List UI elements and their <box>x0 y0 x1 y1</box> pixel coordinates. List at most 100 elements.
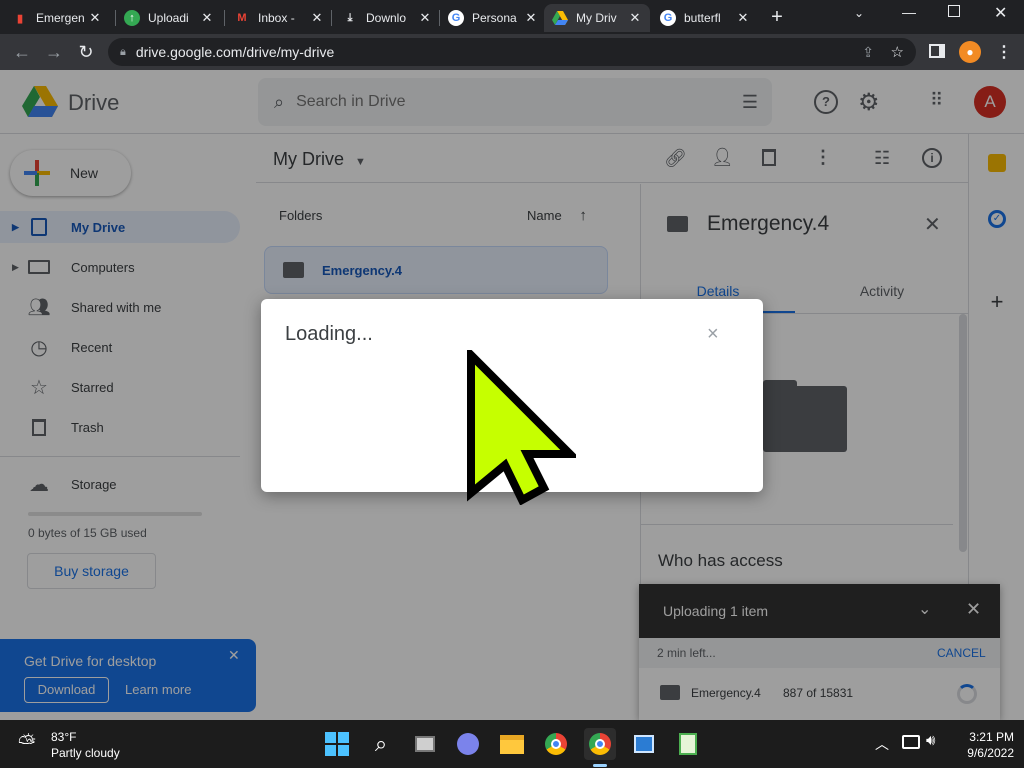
close-tab-icon[interactable]: ✕ <box>310 10 324 26</box>
close-tab-icon[interactable]: ✕ <box>200 10 214 26</box>
tab-search-icon[interactable]: ⌄ <box>854 6 864 20</box>
sidebar-item-computers[interactable]: ▶ Computers <box>0 251 240 283</box>
close-dialog-icon[interactable]: × <box>707 323 719 346</box>
browser-tab[interactable]: G butterfl ✕ <box>652 4 758 32</box>
share-icon[interactable]: ⇪ <box>862 44 874 61</box>
browser-tab[interactable]: ▮ Emergen ✕ <box>4 4 110 32</box>
teams-chat-icon[interactable] <box>452 728 484 760</box>
settings-gear-icon[interactable]: ⚙ <box>858 88 880 117</box>
close-promo-icon[interactable]: ✕ <box>228 647 240 664</box>
view-details-icon[interactable]: i <box>922 148 942 168</box>
collapse-chevron-icon[interactable]: ⌄ <box>918 599 931 619</box>
browser-tab[interactable]: G Persona ✕ <box>440 4 546 32</box>
clock-date[interactable]: 9/6/2022 <box>958 746 1014 760</box>
search-icon[interactable]: ⌕ <box>274 92 284 113</box>
download-icon: ⤓ <box>347 11 353 24</box>
close-tab-icon[interactable]: ✕ <box>736 10 750 26</box>
browser-tab-active[interactable]: My Driv ✕ <box>544 4 650 32</box>
start-windows-icon[interactable] <box>321 728 353 760</box>
my-drive-icon <box>28 216 50 238</box>
task-view-icon[interactable] <box>409 728 441 760</box>
scrollbar[interactable] <box>959 314 967 552</box>
expand-arrow-icon[interactable]: ▶ <box>12 262 19 273</box>
folder-card[interactable]: Emergency.4 <box>264 246 608 294</box>
drive-icon <box>552 10 568 26</box>
expand-arrow-icon[interactable]: ▶ <box>12 222 19 233</box>
chrome-active-icon[interactable] <box>584 728 616 760</box>
sort-direction-arrow-icon[interactable]: ↑ <box>579 207 587 224</box>
restore-icon[interactable] <box>948 5 960 17</box>
chrome-icon[interactable] <box>540 728 572 760</box>
cursor-arrow-icon <box>466 345 580 506</box>
add-addon-icon[interactable]: + <box>989 291 1005 313</box>
who-has-access-heading: Who has access <box>658 551 783 570</box>
help-icon[interactable]: ? <box>814 90 838 114</box>
show-hidden-icons-icon[interactable]: ︿ <box>875 734 889 754</box>
back-icon[interactable]: ← <box>10 40 34 64</box>
cancel-upload-button[interactable]: CANCEL <box>937 646 986 660</box>
browser-tab[interactable]: ⤓ Downlo ✕ <box>334 4 440 32</box>
weather-text[interactable]: Partly cloudy <box>51 746 120 760</box>
browser-tab[interactable]: ↑ Uploadi ✕ <box>116 4 222 32</box>
sidebar-item-trash[interactable]: Trash <box>0 411 240 443</box>
upload-panel: Uploading 1 item ⌄ ✕ 2 min left... CANCE… <box>639 584 1000 720</box>
apps-grid-icon[interactable]: ⠿ <box>930 90 943 111</box>
breadcrumb[interactable]: My Drive ▼ <box>273 149 366 170</box>
link-icon[interactable]: 🔗︎ <box>664 148 687 169</box>
list-view-icon[interactable]: ☷ <box>874 148 890 169</box>
folder-icon <box>660 685 680 700</box>
drive-logo-text[interactable]: Drive <box>68 90 119 116</box>
more-actions-icon[interactable]: ⋮ <box>814 147 832 168</box>
forward-icon[interactable]: → <box>42 40 66 64</box>
sidebar-item-storage[interactable]: ☁︎ Storage <box>0 468 240 500</box>
close-window-icon[interactable]: ✕ <box>994 3 1007 23</box>
sidebar-item-my-drive[interactable]: ▶ My Drive <box>0 211 240 243</box>
new-tab-icon[interactable]: + <box>766 6 788 28</box>
account-avatar[interactable]: A <box>974 86 1006 118</box>
drive-logo-icon[interactable] <box>22 86 58 121</box>
progress-spinner-icon <box>957 684 977 704</box>
close-tab-icon[interactable]: ✕ <box>418 10 432 26</box>
minimize-icon[interactable]: — <box>902 4 916 20</box>
add-people-icon[interactable]: 👤︎ <box>711 147 734 168</box>
sort-by-name[interactable]: Name ↑ <box>527 207 587 224</box>
close-tab-icon[interactable]: ✕ <box>88 10 102 26</box>
browser-tab-strip: ▮ Emergen ✕ ↑ Uploadi ✕ M Inbox - ✕ ⤓ Do… <box>0 0 1024 34</box>
address-bar[interactable]: 🔒︎ drive.google.com/drive/my-drive ⇪ ☆ <box>108 38 916 66</box>
profile-avatar[interactable]: ● <box>959 41 981 63</box>
buy-storage-button[interactable]: Buy storage <box>27 553 156 589</box>
volume-icon[interactable]: 🔊︎ <box>926 732 935 749</box>
sidebar-item-starred[interactable]: ☆ Starred <box>0 371 240 403</box>
new-button[interactable]: New <box>10 150 131 196</box>
search-input[interactable] <box>296 93 677 111</box>
close-tab-icon[interactable]: ✕ <box>524 10 538 26</box>
sidebar-item-recent[interactable]: ◷ Recent <box>0 331 240 363</box>
close-tab-icon[interactable]: ✕ <box>628 10 642 26</box>
upload-progress-text: 887 of 15831 <box>783 686 854 700</box>
notepad-icon[interactable] <box>672 728 704 760</box>
search-icon[interactable]: ⌕ <box>365 728 397 760</box>
temperature[interactable]: 83°F <box>51 730 76 744</box>
delete-icon[interactable] <box>762 149 776 166</box>
browser-menu-icon[interactable]: ⋮ <box>996 42 1012 62</box>
tasks-icon[interactable]: ✓ <box>988 210 1006 228</box>
weather-cloud-icon[interactable]: ⛅︎ <box>18 730 36 756</box>
reload-icon[interactable]: ↻ <box>74 40 98 64</box>
keep-icon[interactable] <box>988 154 1006 172</box>
file-explorer-icon[interactable] <box>496 728 528 760</box>
bookmark-star-icon[interactable]: ☆ <box>891 43 904 61</box>
learn-more-link[interactable]: Learn more <box>125 682 191 697</box>
pdf-icon: ▮ <box>16 12 24 25</box>
app-icon[interactable] <box>628 728 660 760</box>
network-icon[interactable] <box>902 735 920 749</box>
lock-icon: 🔒︎ <box>120 45 126 58</box>
clock-time[interactable]: 3:21 PM <box>962 730 1014 744</box>
download-button[interactable]: Download <box>24 677 109 703</box>
search-options-icon[interactable]: ☰ <box>742 92 758 113</box>
sidebar-panel-icon[interactable] <box>929 44 945 58</box>
tab-activity[interactable]: Activity <box>805 268 959 314</box>
close-upload-icon[interactable]: ✕ <box>966 599 981 620</box>
close-details-icon[interactable]: ✕ <box>924 212 941 237</box>
sidebar-item-shared-with-me[interactable]: 👥︎ Shared with me <box>0 291 240 323</box>
browser-tab[interactable]: M Inbox - ✕ <box>226 4 332 32</box>
